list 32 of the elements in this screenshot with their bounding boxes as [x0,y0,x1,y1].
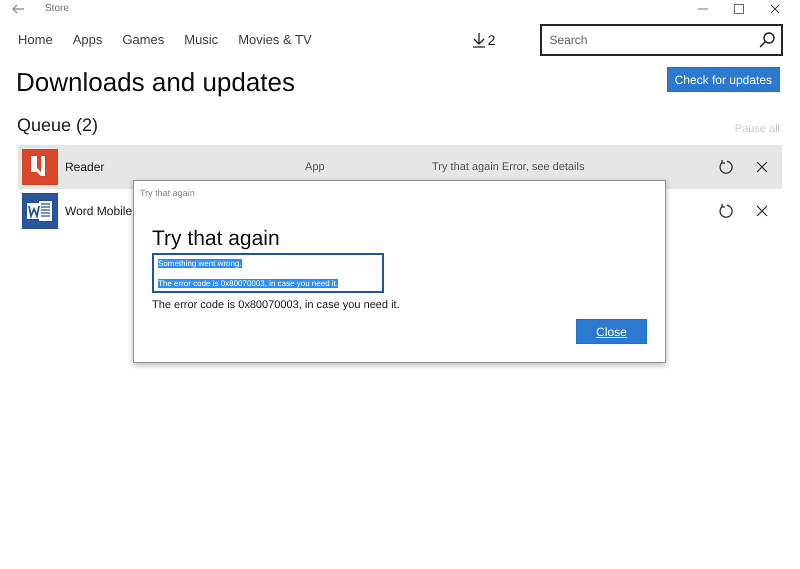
selected-text: The error code is 0x80070003, in case you need it. [158,279,338,288]
reader-app-icon [22,149,58,185]
search-icon[interactable] [759,32,776,48]
search-field[interactable]: Search [540,24,784,56]
status-text: Try that again Error, see details [432,160,584,175]
cancel-icon[interactable] [756,205,768,217]
word-app-icon [22,193,58,229]
dialog-caption: Try that again [140,187,195,200]
nav-link[interactable]: Home [18,30,53,50]
dialog-title: Try that again [152,226,280,252]
nav-link[interactable]: Apps [72,30,102,50]
downloads-button[interactable]: 2 [472,30,496,50]
cancel-icon[interactable] [756,161,768,173]
retry-icon[interactable] [718,203,734,219]
app-name: Reader [65,159,106,176]
window-title: Store [45,2,69,16]
close-icon[interactable] [770,4,780,14]
app-name: Word Mobile [65,203,134,220]
nav-link[interactable]: Music [184,30,218,50]
queue-heading: Queue (2) [17,114,98,137]
nav-link[interactable]: Games [122,30,164,50]
selected-text: Something went wrong. [158,259,242,268]
nav-link[interactable]: Movies & TV [238,30,312,50]
back-arrow-icon[interactable] [12,4,25,14]
retry-icon[interactable] [718,159,734,175]
app-type: App [305,160,326,175]
maximize-icon[interactable] [734,4,744,14]
dialog-message: The error code is 0x80070003, in case you need it. [152,298,400,313]
page-title: Downloads and updates [16,66,295,98]
dialog-close-button[interactable]: Close [576,319,647,344]
check-for-updates-button[interactable]: Check for updates [666,67,780,92]
download-icon [472,32,486,48]
